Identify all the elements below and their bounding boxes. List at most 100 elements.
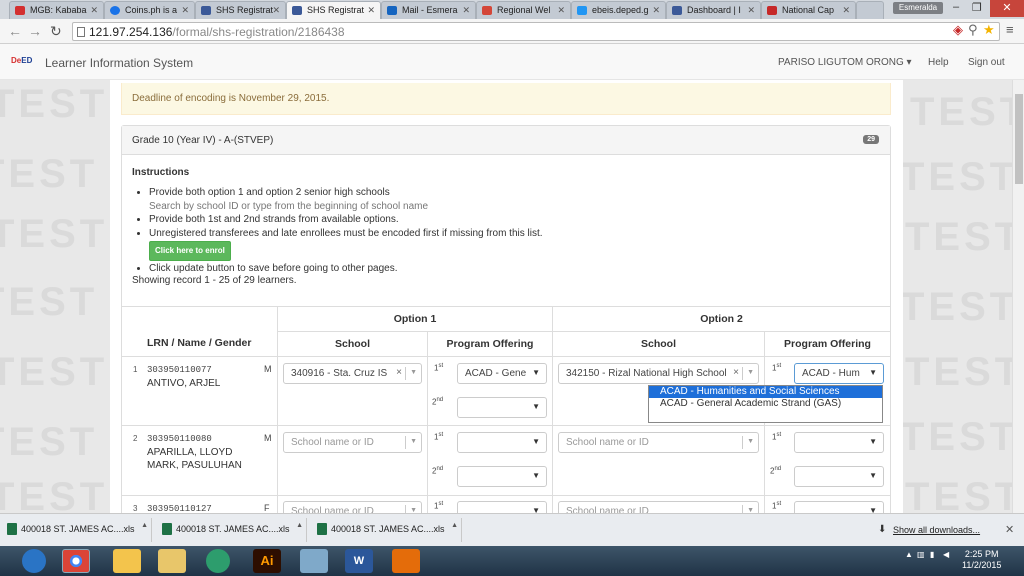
menu-icon[interactable]: ≡: [1006, 22, 1014, 37]
restore-icon[interactable]: ❐: [972, 1, 982, 14]
close-tab-icon[interactable]: ✕: [462, 5, 470, 16]
browser-tab[interactable]: MGB: Kababa ✕: [9, 1, 104, 19]
download-item[interactable]: 400018 ST. JAMES AC....xls ▲: [312, 518, 462, 542]
row-number: 1: [133, 365, 138, 374]
deped-logo: DeED: [11, 56, 33, 65]
browser-tab[interactable]: ebeis.deped.g ✕: [571, 1, 666, 19]
atom-icon[interactable]: [206, 549, 230, 573]
chevron-up-icon[interactable]: ▲: [451, 522, 458, 529]
back-icon[interactable]: ←: [8, 23, 22, 39]
watermark: TEST: [900, 155, 1012, 199]
forward-icon[interactable]: →: [28, 23, 42, 39]
media-player-icon[interactable]: [392, 549, 420, 573]
youtube-icon: [15, 6, 25, 15]
volume-icon[interactable]: ◀: [943, 550, 949, 559]
gender-value: F: [264, 503, 270, 513]
clear-icon[interactable]: ×: [396, 367, 402, 378]
page-scrollbar[interactable]: [1012, 80, 1024, 513]
explorer-icon[interactable]: [113, 549, 141, 573]
program-header: Program Offering: [765, 332, 890, 357]
watermark: TEST: [0, 212, 109, 256]
download-icon: ⬇: [878, 524, 887, 535]
close-tab-icon[interactable]: ✕: [367, 5, 375, 16]
instruction-item: Click update button to save before going…: [149, 262, 649, 276]
close-tab-icon[interactable]: ✕: [272, 5, 280, 16]
close-tab-icon[interactable]: ✕: [747, 5, 755, 16]
close-tab-icon[interactable]: ✕: [90, 5, 98, 16]
minimize-icon[interactable]: –: [953, 1, 959, 13]
window-close-icon[interactable]: ✕: [990, 0, 1024, 17]
school2-select[interactable]: School name or ID ▼: [558, 432, 759, 453]
program1-second-select[interactable]: ▼: [457, 466, 547, 487]
program2-second-select[interactable]: ▼: [794, 466, 884, 487]
program1-first-select[interactable]: ACAD - Gene ▼: [457, 363, 547, 384]
folder-icon[interactable]: [158, 549, 186, 573]
shield-icon[interactable]: ◈: [953, 22, 963, 38]
dropdown-option-humss[interactable]: ACAD - Humanities and Social Sciences (H…: [649, 386, 882, 409]
close-tab-icon[interactable]: ✕: [842, 5, 850, 16]
school1-select[interactable]: School name or ID ▼: [283, 501, 422, 513]
learner-name: ANTIVO, ARJEL: [147, 378, 221, 389]
browser-tab[interactable]: Mail - Esmera ✕: [381, 1, 476, 19]
new-tab-button[interactable]: [856, 1, 884, 19]
network-icon[interactable]: ▥: [917, 550, 925, 559]
browser-tab[interactable]: Dashboard | I ✕: [666, 1, 761, 19]
program2-first-select[interactable]: ▼: [794, 432, 884, 453]
star-icon[interactable]: ★: [983, 22, 995, 38]
school1-select[interactable]: 340916 - Sta. Cruz IS × ▼: [283, 363, 422, 384]
browser-tab[interactable]: National Cap ✕: [761, 1, 856, 19]
show-all-downloads-link[interactable]: Show all downloads...: [893, 525, 980, 535]
program2-first-select[interactable]: ▼: [794, 501, 884, 513]
chrome-icon[interactable]: [62, 549, 90, 573]
school2-select[interactable]: School name or ID ▼: [558, 501, 759, 513]
browser-tab[interactable]: Coins.ph is a ✕: [104, 1, 195, 19]
browser-tab[interactable]: Regional Wel ✕: [476, 1, 571, 19]
watermark: TEST: [0, 420, 99, 464]
system-clock[interactable]: 2:25 PM 11/2/2015: [962, 549, 1001, 571]
chevron-up-icon[interactable]: ▲: [141, 522, 148, 529]
learners-table: Option 1 Option 2 LRN / Name / Gender Sc…: [122, 306, 890, 513]
internet-explorer-icon[interactable]: [22, 549, 46, 573]
instructions-list: Provide both option 1 and option 2 senio…: [149, 186, 649, 275]
tray-arrow-icon[interactable]: ▲: [905, 550, 913, 559]
program1-first-select[interactable]: ▼: [457, 501, 547, 513]
strand-order-2: 2nd: [432, 466, 444, 476]
profile-name[interactable]: Esmeralda: [893, 2, 943, 14]
browser-tab-active[interactable]: SHS Registrat ✕: [286, 1, 381, 19]
watermark: TEST: [900, 285, 1012, 329]
school2-select[interactable]: 342150 - Rizal National High School × ▼: [558, 363, 759, 384]
clear-icon[interactable]: ×: [733, 367, 739, 378]
close-icon[interactable]: ✕: [1005, 523, 1014, 536]
download-item[interactable]: 400018 ST. JAMES AC....xls ▲: [157, 518, 307, 542]
download-item[interactable]: 400018 ST. JAMES AC....xls ▲: [2, 518, 152, 542]
lrn-header: LRN / Name / Gender: [147, 337, 252, 349]
reload-icon[interactable]: ↻: [50, 23, 62, 40]
user-menu[interactable]: PARISO LIGUTOM ORONG ▾: [778, 57, 912, 68]
enrol-button[interactable]: Click here to enrol: [149, 241, 231, 261]
downloads-bar: 400018 ST. JAMES AC....xls ▲ 400018 ST. J…: [0, 513, 1024, 546]
dropdown-option-gas[interactable]: ACAD - General Academic Strand (GAS): [649, 398, 882, 410]
sign-out-link[interactable]: Sign out: [968, 57, 1005, 68]
word-icon[interactable]: W: [345, 549, 373, 573]
search-icon[interactable]: ⚲: [968, 22, 978, 38]
chevron-down-icon: ▼: [410, 438, 417, 445]
url-input[interactable]: 121.97.254.136/formal/shs-registration/2…: [72, 22, 1000, 41]
chevron-up-icon[interactable]: ▲: [296, 522, 303, 529]
signal-icon[interactable]: ▮: [930, 550, 934, 559]
program2-first-select[interactable]: ACAD - Hum ▼: [794, 363, 884, 384]
close-tab-icon[interactable]: ✕: [557, 5, 565, 16]
browser-tab[interactable]: SHS Registrat ✕: [195, 1, 286, 19]
close-tab-icon[interactable]: ✕: [652, 5, 660, 16]
program1-second-select[interactable]: ▼: [457, 397, 547, 418]
deped-icon: [292, 6, 302, 15]
chevron-down-icon: ▼: [532, 402, 540, 411]
scrollbar-thumb[interactable]: [1015, 94, 1023, 184]
app-icon[interactable]: [300, 549, 328, 573]
help-link[interactable]: Help: [928, 57, 949, 68]
option1-header: Option 1: [278, 307, 553, 332]
program1-first-select[interactable]: ▼: [457, 432, 547, 453]
close-tab-icon[interactable]: ✕: [181, 5, 189, 16]
illustrator-icon[interactable]: Ai: [253, 549, 281, 573]
school1-select[interactable]: School name or ID ▼: [283, 432, 422, 453]
main-content: Deadline of encoding is November 29, 201…: [110, 80, 903, 513]
